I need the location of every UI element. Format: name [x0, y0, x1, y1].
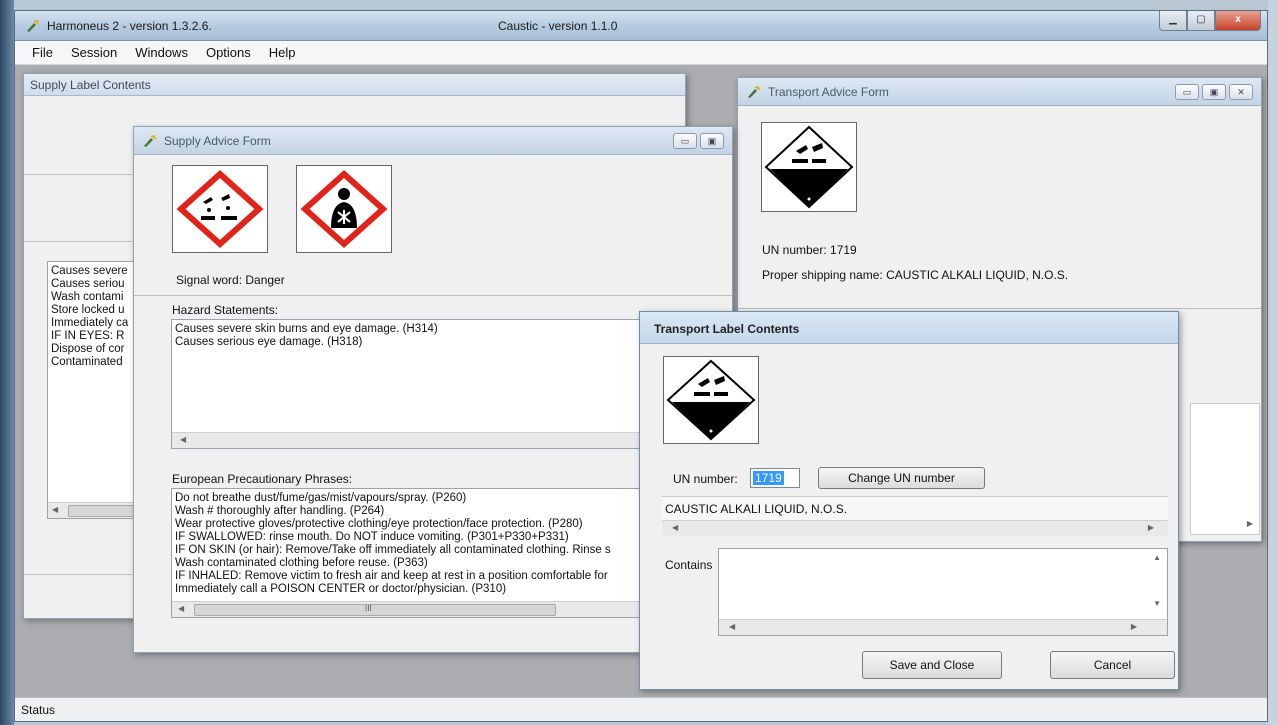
- transport-label-title: Transport Label Contents: [654, 322, 800, 336]
- minimize-button[interactable]: ▁: [1159, 11, 1187, 31]
- scroll-grip: III: [365, 604, 372, 613]
- change-un-number-button[interactable]: Change UN number: [818, 467, 985, 489]
- hazard-statements-label: Hazard Statements:: [172, 303, 279, 317]
- horizontal-scrollbar[interactable]: ◀ ▶: [662, 520, 1168, 536]
- save-and-close-button[interactable]: Save and Close: [862, 651, 1002, 679]
- scroll-left-icon[interactable]: ◀: [729, 622, 735, 631]
- divider: [738, 308, 1261, 309]
- form-icon: [144, 135, 156, 147]
- contains-label: Contains: [665, 558, 713, 572]
- scroll-right-icon[interactable]: ▶: [1148, 523, 1154, 532]
- precautionary-phrases-label: European Precautionary Phrases:: [172, 472, 353, 486]
- status-bar: Status: [15, 697, 1267, 721]
- scroll-right-icon[interactable]: ▶: [1131, 622, 1137, 631]
- form-icon: [748, 86, 760, 98]
- shipping-name-text: Proper shipping name: CAUSTIC ALKALI LIQ…: [762, 268, 1069, 282]
- ghs-health-hazard-icon: [300, 169, 388, 249]
- scroll-up-icon[interactable]: ▲: [1153, 553, 1161, 562]
- shipping-name-box: CAUSTIC ALKALI LIQUID, N.O.S. ◀ ▶: [662, 496, 1168, 536]
- corrosive-class8-icon: [764, 125, 854, 209]
- transport-advice-titlebar[interactable]: Transport Advice Form ▭ ▣ ✕: [738, 78, 1261, 106]
- transport-advice-title: Transport Advice Form: [768, 85, 889, 99]
- app-icon: [27, 20, 39, 32]
- app-title: Harmoneus 2 - version 1.3.2.6.: [47, 19, 212, 33]
- scroll-left-icon[interactable]: ◀: [180, 435, 186, 444]
- supply-label-title: Supply Label Contents: [30, 78, 151, 92]
- ghs-health-hazard-pictogram: [296, 165, 392, 253]
- scroll-right-icon[interactable]: ▶: [1247, 519, 1253, 528]
- ghs-corrosion-icon: [176, 169, 264, 249]
- menu-windows[interactable]: Windows: [126, 42, 197, 63]
- un-number-text: UN number: 1719: [762, 243, 857, 257]
- app-window: Harmoneus 2 - version 1.3.2.6. Caustic -…: [14, 10, 1268, 722]
- horizontal-scrollbar[interactable]: ◀ ▶: [719, 619, 1167, 635]
- supply-advice-titlebar[interactable]: Supply Advice Form ▭ ▣: [134, 127, 732, 155]
- corrosive-class8-pictogram: [761, 122, 857, 212]
- menu-session[interactable]: Session: [62, 42, 126, 63]
- scroll-thumb[interactable]: III: [194, 604, 556, 616]
- scroll-left-icon[interactable]: ◀: [672, 523, 678, 532]
- menu-file[interactable]: File: [23, 42, 62, 63]
- transport-label-titlebar[interactable]: Transport Label Contents: [640, 312, 1178, 344]
- window-minimize-button[interactable]: ▭: [673, 133, 697, 149]
- desktop-right-edge: [1268, 0, 1278, 725]
- menu-help[interactable]: Help: [260, 42, 305, 63]
- transport-advice-text-area[interactable]: ▶: [1190, 403, 1260, 535]
- corrosive-class8-icon: [666, 359, 756, 441]
- app-titlebar[interactable]: Harmoneus 2 - version 1.3.2.6. Caustic -…: [15, 11, 1267, 41]
- app-subtitle: Caustic - version 1.1.0: [498, 19, 618, 33]
- ghs-corrosion-pictogram: [172, 165, 268, 253]
- supply-label-titlebar[interactable]: Supply Label Contents: [24, 74, 685, 96]
- window-restore-button[interactable]: ▣: [700, 133, 724, 149]
- close-button[interactable]: x: [1215, 11, 1261, 31]
- menu-options[interactable]: Options: [197, 42, 260, 63]
- shipping-name-text: CAUSTIC ALKALI LIQUID, N.O.S.: [665, 502, 848, 516]
- scroll-left-icon[interactable]: ◀: [52, 505, 58, 514]
- contains-text-area[interactable]: ▲ ▼ ◀ ▶: [718, 548, 1168, 636]
- un-number-value: 1719: [753, 471, 784, 485]
- status-text: Status: [21, 703, 56, 717]
- corrosive-class8-pictogram: [663, 356, 759, 444]
- cancel-button[interactable]: Cancel: [1050, 651, 1175, 679]
- window-minimize-button[interactable]: ▭: [1175, 84, 1199, 100]
- supply-advice-title: Supply Advice Form: [164, 134, 271, 148]
- divider: [134, 295, 732, 296]
- menu-bar: File Session Windows Options Help: [15, 41, 1267, 65]
- maximize-button[interactable]: ▢: [1187, 11, 1215, 31]
- desktop-left-edge: [0, 0, 14, 725]
- scroll-left-icon[interactable]: ◀: [178, 604, 184, 613]
- transport-label-dialog[interactable]: Transport Label Contents UN number: 1719…: [639, 311, 1179, 690]
- un-number-label: UN number:: [673, 472, 738, 486]
- scroll-down-icon[interactable]: ▼: [1153, 599, 1161, 608]
- window-restore-button[interactable]: ▣: [1202, 84, 1226, 100]
- signal-word: Signal word: Danger: [176, 273, 285, 287]
- window-close-button[interactable]: ✕: [1229, 84, 1253, 100]
- un-number-field[interactable]: 1719: [750, 468, 800, 488]
